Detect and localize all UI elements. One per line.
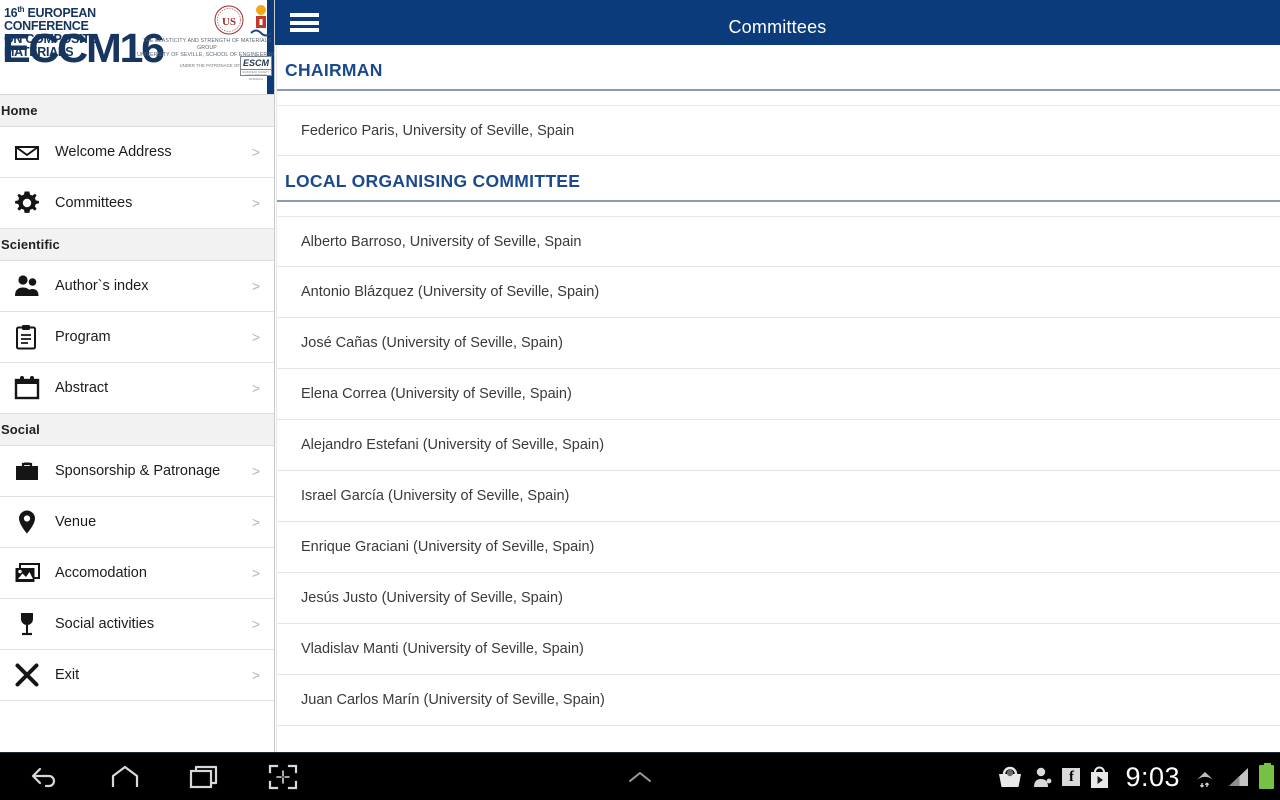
wine-glass-icon — [10, 609, 44, 639]
android-navigation-bar: f 9:03 — [0, 752, 1280, 800]
list-item[interactable]: Enrique Graciani (University of Seville,… — [276, 522, 1280, 573]
battery-icon — [1259, 763, 1274, 789]
sidebar-item-label: Sponsorship & Patronage — [55, 463, 221, 479]
sidebar-section-header: Scientific — [0, 229, 274, 261]
recents-glyph — [189, 765, 218, 789]
list-item[interactable]: Elena Correa (University of Seville, Spa… — [276, 369, 1280, 420]
sidebar-item-welcome-address[interactable]: Welcome Address > — [0, 127, 274, 178]
sidebar: 16th EUROPEAN CONFERENCE ON COMPOSITE MA… — [0, 0, 275, 752]
sidebar-item-social-activities[interactable]: Social activities > — [0, 599, 274, 650]
list-item[interactable]: Juan Carlos Marín (University of Seville… — [276, 675, 1280, 726]
sidebar-item-label: Author`s index — [55, 278, 149, 294]
chevron-right-icon: > — [251, 514, 260, 530]
gear-icon — [10, 188, 44, 218]
chevron-right-icon: > — [251, 195, 260, 211]
group-title: CHAIRMAN — [285, 60, 383, 80]
list-item[interactable]: José Cañas (University of Seville, Spain… — [276, 318, 1280, 369]
sidebar-item-label: Exit — [55, 667, 80, 683]
sidebar-section-header: Social — [0, 414, 274, 446]
content-left-edge — [276, 45, 277, 752]
seville-logo-icon — [250, 5, 272, 37]
list-item[interactable]: Alberto Barroso, University of Seville, … — [276, 216, 1280, 267]
sidebar-item-label: Abstract — [55, 380, 109, 396]
sidebar-item-abstract[interactable]: Abstract > — [0, 363, 274, 414]
close-x-icon — [10, 660, 44, 690]
chevron-right-icon: > — [251, 380, 260, 396]
play-store-icon — [1089, 765, 1110, 789]
facebook-icon: f — [1062, 768, 1081, 786]
calendar-icon — [10, 373, 44, 403]
chevron-right-icon: > — [251, 565, 260, 581]
screenshot-icon[interactable] — [243, 753, 323, 800]
sidebar-item-sponsorship-patronage[interactable]: Sponsorship & Patronage > — [0, 446, 274, 497]
chevron-up-glyph — [629, 772, 651, 782]
sidebar-item-author-s-index[interactable]: Author`s index > — [0, 261, 274, 312]
group-title: LOCAL ORGANISING COMMITTEE — [285, 171, 581, 191]
brand-subtitle-1: THE ELASTICITY AND STRENGTH OF MATERIALS… — [142, 38, 272, 51]
envelope-icon — [10, 137, 44, 167]
list-item[interactable]: Vladislav Manti (University of Seville, … — [276, 624, 1280, 675]
escm-logo: ESCM EUROPEAN SOCIETY FOR COMPOSITE MATE… — [240, 56, 272, 81]
briefcase-icon — [10, 456, 44, 486]
status-bar: f 9:03 — [996, 753, 1274, 800]
chevron-right-icon: > — [251, 144, 260, 160]
status-clock: 9:03 — [1125, 761, 1180, 792]
sidebar-item-label: Welcome Address — [55, 144, 172, 160]
sidebar-item-label: Venue — [55, 514, 97, 530]
chevron-right-icon: > — [251, 616, 260, 632]
sidebar-nav: Home Welcome Address > Committees > Scientifi… — [0, 95, 274, 701]
sidebar-item-program[interactable]: Program > — [0, 312, 274, 363]
sidebar-item-venue[interactable]: Venue > — [0, 497, 274, 548]
group-gap — [276, 91, 1280, 105]
recents-icon[interactable] — [165, 753, 245, 800]
brand-patronage-text: UNDER THE PATRONAGE OF — [179, 63, 240, 68]
sidebar-item-committees[interactable]: Committees > — [0, 178, 274, 229]
list-item[interactable]: Antonio Blázquez (University of Seville,… — [276, 267, 1280, 318]
screenshot-glyph — [268, 764, 298, 790]
clipboard-icon — [10, 322, 44, 352]
brand-headline-num: 16 — [4, 6, 18, 21]
sidebar-item-label: Program — [55, 329, 111, 345]
svg-text:US: US — [222, 16, 236, 28]
home-glyph — [111, 765, 139, 787]
list-item[interactable]: Federico Paris, University of Seville, S… — [276, 105, 1280, 156]
list-item[interactable]: Israel García (University of Seville, Sp… — [276, 471, 1280, 522]
sidebar-item-accomodation[interactable]: Accomodation > — [0, 548, 274, 599]
chevron-right-icon: > — [251, 278, 260, 294]
download-basket-icon — [996, 764, 1024, 790]
chevron-right-icon: > — [251, 329, 260, 345]
app-root: 16th EUROPEAN CONFERENCE ON COMPOSITE MA… — [0, 0, 1280, 800]
contacts-icon — [1033, 766, 1053, 788]
battery-glyph — [1259, 763, 1274, 789]
signal-icon — [1226, 765, 1250, 789]
chevron-right-icon: > — [251, 667, 260, 683]
committee-groups: CHAIRMAN Federico Paris, University of Se… — [276, 45, 1280, 726]
home-icon[interactable] — [85, 753, 165, 800]
back-arrow-glyph — [31, 767, 56, 788]
wifi-icon — [1193, 765, 1217, 789]
chevron-right-icon: > — [251, 463, 260, 479]
people-icon — [10, 271, 44, 301]
sidebar-item-label: Social activities — [55, 616, 155, 632]
sidebar-item-exit[interactable]: Exit > — [0, 650, 274, 701]
photos-icon — [10, 558, 44, 588]
sidebar-item-label: Accomodation — [55, 565, 147, 581]
back-icon[interactable] — [5, 753, 85, 800]
expand-up-icon[interactable] — [600, 753, 680, 800]
list-item[interactable]: Jesús Justo (University of Seville, Spai… — [276, 573, 1280, 624]
escm-label: ESCM — [241, 58, 271, 70]
group-gap — [276, 202, 1280, 216]
list-item[interactable]: Alejandro Estefani (University of Sevill… — [276, 420, 1280, 471]
main-content[interactable]: CHAIRMAN Federico Paris, University of Se… — [276, 45, 1280, 752]
sidebar-section-header: Home — [0, 95, 274, 127]
escm-sublabel: EUROPEAN SOCIETY FOR COMPOSITE MATERIALS — [242, 71, 270, 81]
conference-logo: 16th EUROPEAN CONFERENCE ON COMPOSITE MA… — [0, 0, 274, 95]
page-title: Committees — [728, 17, 827, 37]
university-seal-icon: US — [214, 5, 244, 35]
map-pin-icon — [10, 507, 44, 537]
app-header: Committees — [275, 0, 1280, 45]
sidebar-item-label: Committees — [55, 195, 133, 211]
